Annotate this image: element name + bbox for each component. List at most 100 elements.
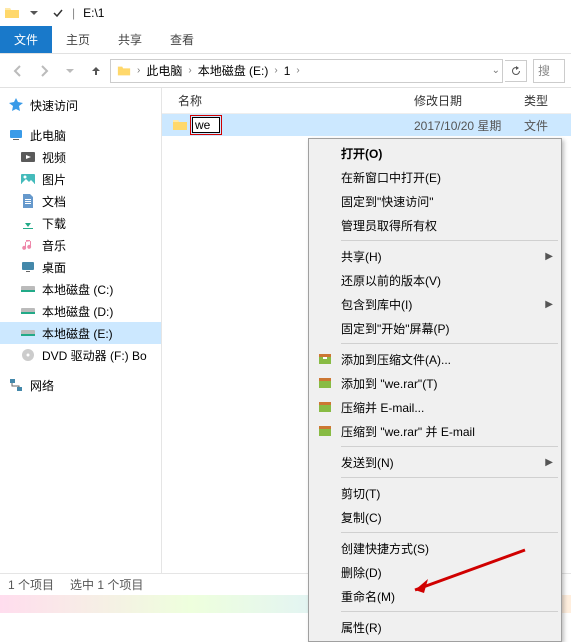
- sidebar-item-documents[interactable]: 文档: [0, 190, 161, 212]
- title-separator: |: [72, 6, 75, 20]
- sidebar-quick-access[interactable]: 快速访问: [0, 94, 161, 116]
- sidebar-item-drive-c[interactable]: 本地磁盘 (C:): [0, 278, 161, 300]
- sidebar-label: 图片: [42, 171, 66, 188]
- sidebar-label: 音乐: [42, 237, 66, 254]
- menu-separator: [341, 343, 558, 344]
- drive-icon: [20, 281, 36, 297]
- documents-icon: [20, 193, 36, 209]
- menu-compress-to-email[interactable]: 压缩到 "we.rar" 并 E-mail: [311, 419, 559, 443]
- nav-recent-dropdown[interactable]: [58, 59, 82, 83]
- address-bar[interactable]: › 此电脑 › 本地磁盘 (E:) › 1 › ⌄: [110, 59, 503, 83]
- window-title: E:\1: [83, 6, 104, 20]
- menu-add-archive[interactable]: 添加到压缩文件(A)...: [311, 347, 559, 371]
- menu-cut[interactable]: 剪切(T): [311, 481, 559, 505]
- qat-check[interactable]: [48, 3, 68, 23]
- music-icon: [20, 237, 36, 253]
- sidebar-label: 本地磁盘 (E:): [42, 325, 113, 342]
- nav-bar: › 此电脑 › 本地磁盘 (E:) › 1 › ⌄ 搜: [0, 54, 571, 88]
- sidebar-item-drive-e[interactable]: 本地磁盘 (E:): [0, 322, 161, 344]
- cell-type: 文件: [524, 117, 571, 134]
- sidebar-item-downloads[interactable]: 下载: [0, 212, 161, 234]
- sidebar-label: 本地磁盘 (C:): [42, 281, 113, 298]
- list-item[interactable]: we 2017/10/20 星期 文件: [162, 114, 571, 136]
- menu-create-shortcut[interactable]: 创建快捷方式(S): [311, 536, 559, 560]
- menu-compress-email[interactable]: 压缩并 E-mail...: [311, 395, 559, 419]
- rename-input[interactable]: we: [192, 117, 220, 133]
- menu-label: 添加到压缩文件(A)...: [341, 351, 451, 368]
- menu-label: 打开(O): [341, 145, 382, 162]
- title-bar: | E:\1: [0, 0, 571, 26]
- menu-add-to-rar[interactable]: 添加到 "we.rar"(T): [311, 371, 559, 395]
- winrar-icon: [317, 399, 333, 415]
- menu-admin-own[interactable]: 管理员取得所有权: [311, 213, 559, 237]
- sidebar-item-desktop[interactable]: 桌面: [0, 256, 161, 278]
- menu-open[interactable]: 打开(O): [311, 141, 559, 165]
- nav-back[interactable]: [6, 59, 30, 83]
- menu-label: 发送到(N): [341, 454, 394, 471]
- download-icon: [20, 215, 36, 231]
- submenu-arrow-icon: ▶: [545, 251, 553, 262]
- breadcrumb-this-pc[interactable]: 此电脑: [142, 62, 186, 79]
- search-input[interactable]: 搜: [533, 59, 565, 83]
- sidebar-label: 文档: [42, 193, 66, 210]
- disc-icon: [20, 347, 36, 363]
- menu-separator: [341, 477, 558, 478]
- ribbon-tabs: 文件 主页 共享 查看: [0, 26, 571, 54]
- sidebar-label: 网络: [30, 377, 54, 394]
- menu-label: 压缩并 E-mail...: [341, 399, 424, 416]
- breadcrumb-drive-e[interactable]: 本地磁盘 (E:): [194, 62, 273, 79]
- menu-share[interactable]: 共享(H)▶: [311, 244, 559, 268]
- sidebar-item-music[interactable]: 音乐: [0, 234, 161, 256]
- sidebar-label: 下载: [42, 215, 66, 232]
- sidebar-this-pc[interactable]: 此电脑: [0, 124, 161, 146]
- menu-rename[interactable]: 重命名(M): [311, 584, 559, 608]
- column-headers: 名称 修改日期 类型: [162, 88, 571, 114]
- sidebar-item-dvd[interactable]: DVD 驱动器 (F:) Bo: [0, 344, 161, 366]
- drive-icon: [20, 303, 36, 319]
- folder-icon: [4, 5, 20, 21]
- column-name[interactable]: 名称: [162, 92, 414, 109]
- chevron-right-icon[interactable]: ›: [274, 65, 277, 76]
- tab-file[interactable]: 文件: [0, 26, 52, 53]
- chevron-right-icon[interactable]: ›: [296, 65, 299, 76]
- column-modified[interactable]: 修改日期: [414, 92, 524, 109]
- qat-dropdown[interactable]: [24, 3, 44, 23]
- menu-include-lib[interactable]: 包含到库中(I)▶: [311, 292, 559, 316]
- sidebar-item-pictures[interactable]: 图片: [0, 168, 161, 190]
- winrar-icon: [317, 351, 333, 367]
- chevron-right-icon[interactable]: ›: [137, 65, 140, 76]
- menu-delete[interactable]: 删除(D): [311, 560, 559, 584]
- sidebar-label: 桌面: [42, 259, 66, 276]
- status-count: 1 个项目: [8, 576, 54, 593]
- sidebar-item-videos[interactable]: 视频: [0, 146, 161, 168]
- sidebar-item-drive-d[interactable]: 本地磁盘 (D:): [0, 300, 161, 322]
- nav-up[interactable]: [84, 59, 108, 83]
- pictures-icon: [20, 171, 36, 187]
- menu-send-to[interactable]: 发送到(N) ▶: [311, 450, 559, 474]
- breadcrumb-folder-1[interactable]: 1: [280, 64, 295, 78]
- context-menu: 打开(O) 在新窗口中打开(E) 固定到"快速访问" 管理员取得所有权 共享(H…: [308, 138, 562, 642]
- desktop-icon: [20, 259, 36, 275]
- sidebar-label: 此电脑: [30, 127, 66, 144]
- video-icon: [20, 149, 36, 165]
- nav-forward[interactable]: [32, 59, 56, 83]
- address-dropdown[interactable]: ⌄: [492, 65, 500, 76]
- tab-view[interactable]: 查看: [156, 26, 208, 53]
- network-icon: [8, 377, 24, 393]
- tab-home[interactable]: 主页: [52, 26, 104, 53]
- refresh-button[interactable]: [505, 60, 527, 82]
- menu-restore-prev[interactable]: 还原以前的版本(V): [311, 268, 559, 292]
- winrar-icon: [317, 375, 333, 391]
- menu-copy[interactable]: 复制(C): [311, 505, 559, 529]
- star-icon: [8, 97, 24, 113]
- menu-open-new-window[interactable]: 在新窗口中打开(E): [311, 165, 559, 189]
- sidebar-network[interactable]: 网络: [0, 374, 161, 396]
- menu-label: 包含到库中(I): [341, 296, 412, 313]
- menu-pin-quick[interactable]: 固定到"快速访问": [311, 189, 559, 213]
- menu-properties[interactable]: 属性(R): [311, 615, 559, 639]
- chevron-right-icon[interactable]: ›: [188, 65, 191, 76]
- tab-share[interactable]: 共享: [104, 26, 156, 53]
- column-type[interactable]: 类型: [524, 92, 571, 109]
- menu-pin-start[interactable]: 固定到"开始"屏幕(P): [311, 316, 559, 340]
- submenu-arrow-icon: ▶: [545, 457, 553, 468]
